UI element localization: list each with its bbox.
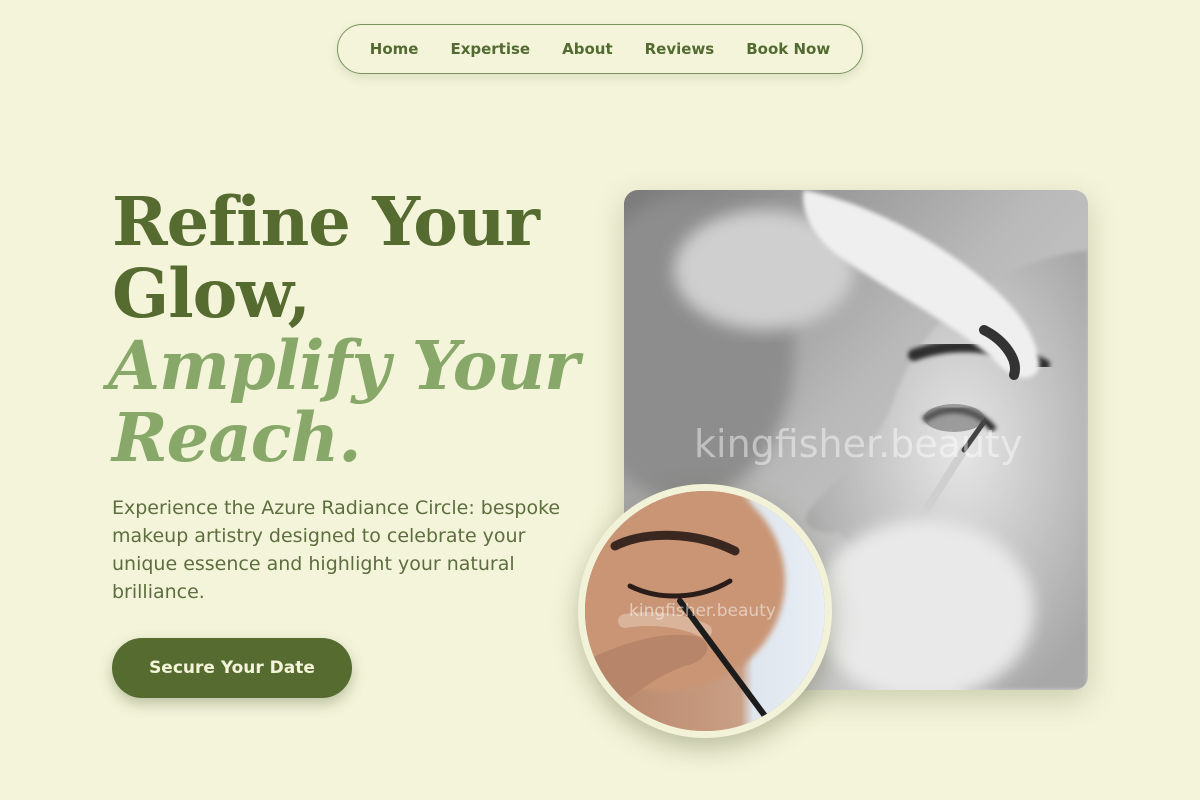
nav-book-now-link[interactable]: Book Now xyxy=(730,40,846,58)
hero-headline: Refine Your Glow, Amplify Your Reach. xyxy=(108,182,582,477)
main-photo-watermark: kingfisher.beauty xyxy=(694,422,1023,466)
secure-your-date-button[interactable]: Secure Your Date xyxy=(112,638,352,698)
eyeliner-application-photo: kingfisher.beauty xyxy=(578,484,832,738)
nav-expertise-link[interactable]: Expertise xyxy=(434,40,546,58)
nav-about-link[interactable]: About xyxy=(546,40,629,58)
nav-home-link[interactable]: Home xyxy=(354,40,435,58)
headline-line-2: Glow, xyxy=(112,254,311,333)
main-nav: Home Expertise About Reviews Book Now xyxy=(337,24,863,74)
headline-line-1: Refine Your xyxy=(112,182,540,261)
headline-line-4: Reach. xyxy=(112,398,362,477)
hero-description: Experience the Azure Radiance Circle: be… xyxy=(112,497,561,603)
circle-photo-watermark: kingfisher.beauty xyxy=(629,601,776,621)
headline-line-3: Amplify Your xyxy=(108,326,579,405)
nav-reviews-link[interactable]: Reviews xyxy=(629,40,731,58)
